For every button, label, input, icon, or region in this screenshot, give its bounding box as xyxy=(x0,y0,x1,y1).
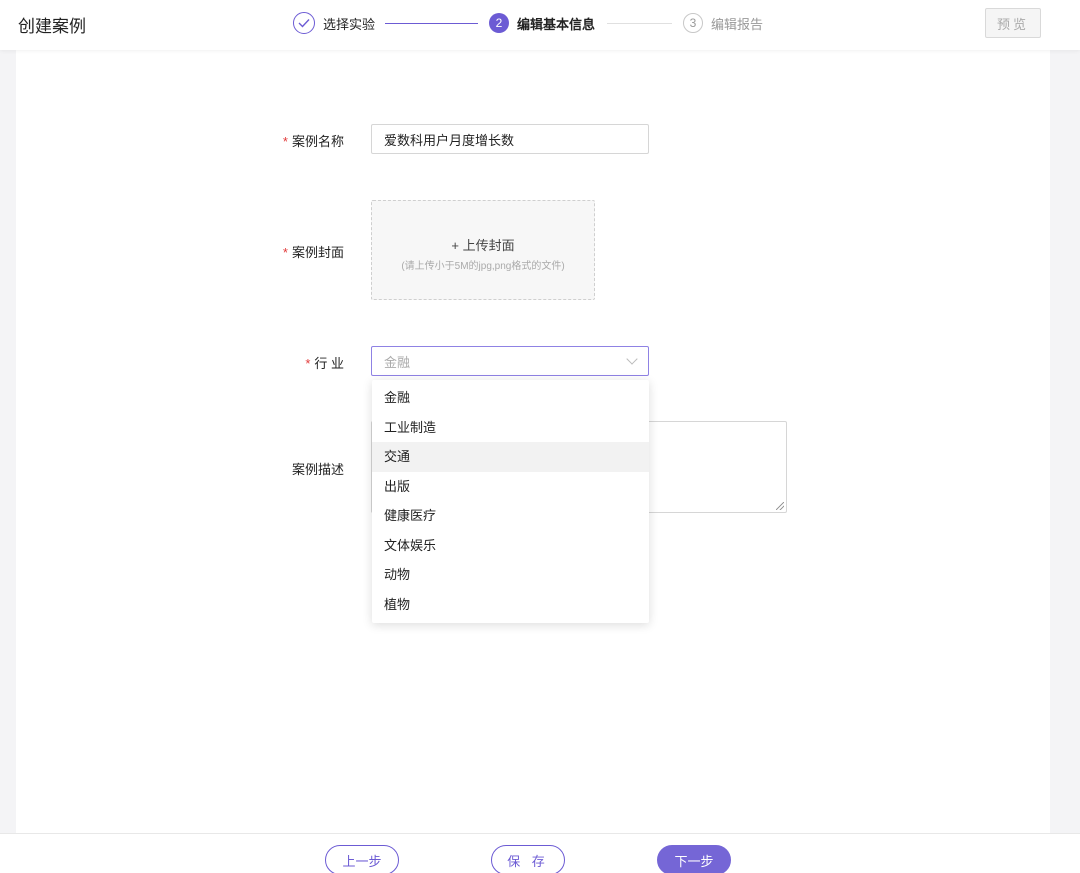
dropdown-option[interactable]: 动物 xyxy=(372,560,649,590)
chevron-down-icon xyxy=(626,353,638,365)
industry-select[interactable]: 金融 xyxy=(371,346,649,376)
top-bar: 创建案例 选择实验 2 编辑基本信息 3 编辑报告 预览 xyxy=(0,0,1080,50)
step-number: 2 xyxy=(489,13,509,33)
step-label: 编辑基本信息 xyxy=(517,16,596,32)
check-icon xyxy=(293,12,315,34)
case-name-input[interactable]: 爱数科用户月度增长数 xyxy=(371,124,649,154)
step-connector xyxy=(385,23,478,24)
required-mark: * xyxy=(282,134,288,149)
upload-cover-text: + 上传封面 xyxy=(451,238,515,253)
step-number: 3 xyxy=(683,13,703,33)
upload-hint: (请上传小于5M的jpg,png格式的文件) xyxy=(401,261,565,272)
dropdown-option[interactable]: 健康医疗 xyxy=(372,501,649,531)
industry-label: * 行 业 xyxy=(305,356,344,371)
dropdown-option[interactable]: 工业制造 xyxy=(372,413,649,443)
resize-handle-icon[interactable] xyxy=(776,502,784,510)
step-label: 编辑报告 xyxy=(711,16,764,32)
case-name-label: * 案例名称 xyxy=(282,134,344,149)
dropdown-option[interactable]: 文体娱乐 xyxy=(372,531,649,561)
footer-bar: 上一步 保 存 下一步 xyxy=(0,833,1080,873)
required-mark: * xyxy=(305,356,311,371)
step-edit-report[interactable]: 3 编辑报告 xyxy=(683,11,763,35)
cover-upload-area[interactable]: + 上传封面 (请上传小于5M的jpg,png格式的文件) xyxy=(371,200,595,300)
required-mark: * xyxy=(282,245,288,260)
dropdown-option[interactable]: 出版 xyxy=(372,472,649,502)
industry-select-value: 金融 xyxy=(384,354,411,370)
step-connector xyxy=(607,23,672,24)
description-label: 案例描述 xyxy=(291,462,344,477)
industry-dropdown: 金融 工业制造 交通 出版 健康医疗 文体娱乐 动物 植物 xyxy=(372,380,649,623)
step-label: 选择实验 xyxy=(323,16,376,32)
case-cover-label: * 案例封面 xyxy=(282,245,344,260)
preview-button[interactable]: 预览 xyxy=(985,8,1041,38)
page-title: 创建案例 xyxy=(18,17,86,36)
save-button[interactable]: 保 存 xyxy=(491,845,565,873)
dropdown-option[interactable]: 植物 xyxy=(372,590,649,620)
step-select-experiment[interactable]: 选择实验 xyxy=(293,11,375,35)
dropdown-option[interactable]: 交通 xyxy=(372,442,649,472)
step-edit-basic-info[interactable]: 2 编辑基本信息 xyxy=(489,11,595,35)
dropdown-option[interactable]: 金融 xyxy=(372,383,649,413)
prev-step-button[interactable]: 上一步 xyxy=(325,845,399,873)
next-step-button[interactable]: 下一步 xyxy=(657,845,731,873)
